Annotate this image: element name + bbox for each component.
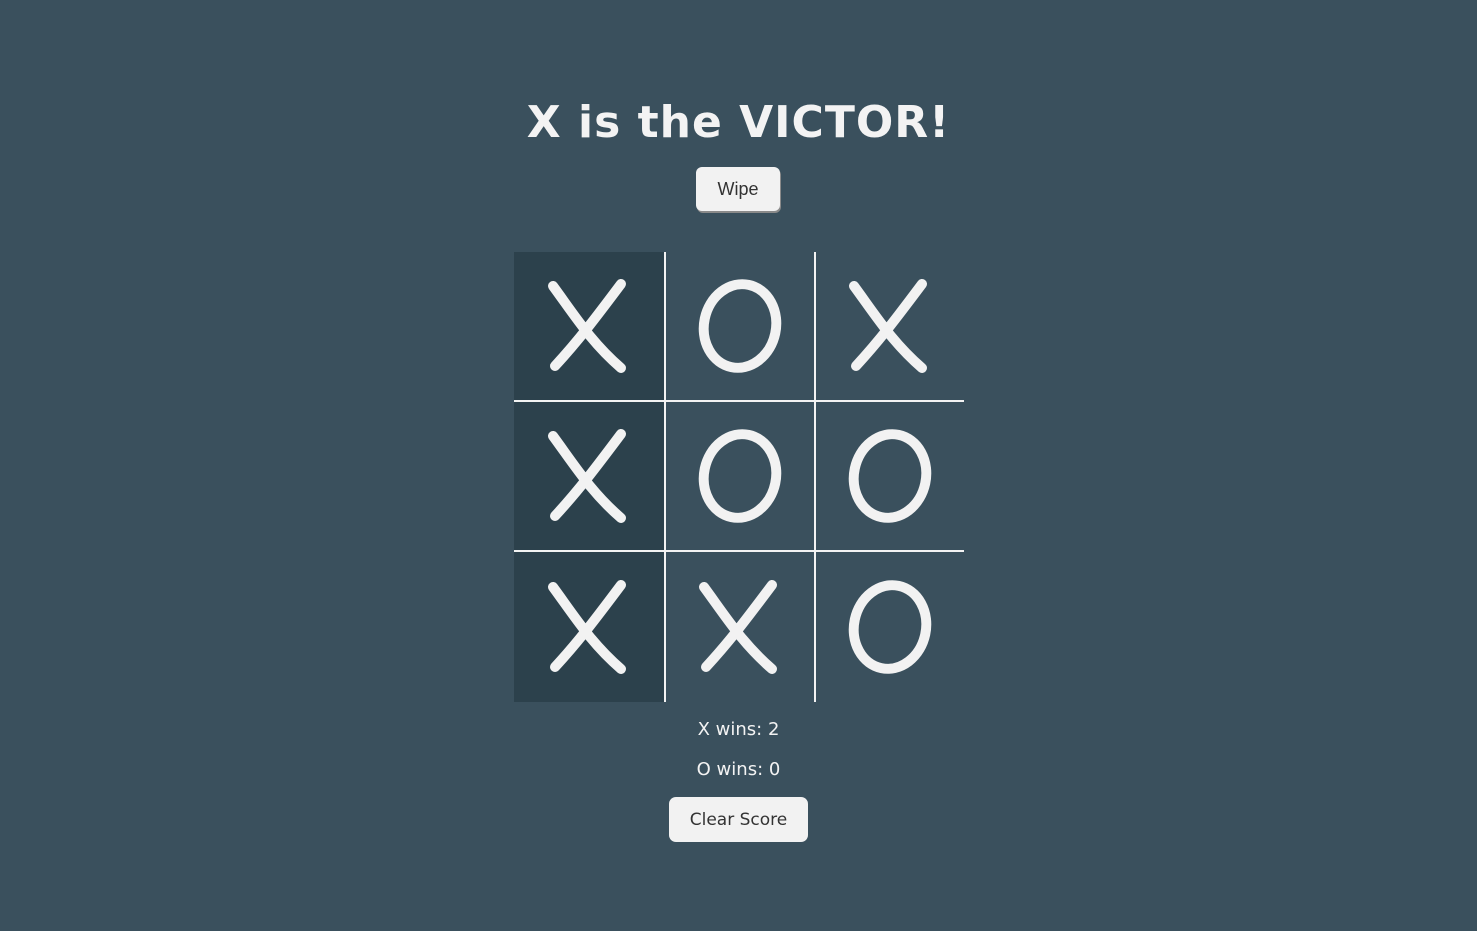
board-cell-1[interactable]	[664, 252, 814, 402]
o-mark-icon	[848, 580, 932, 674]
board-cell-4[interactable]	[664, 402, 814, 552]
board-cell-5[interactable]	[814, 402, 964, 552]
x-mark-icon	[548, 279, 626, 373]
board-cell-6[interactable]	[514, 552, 664, 702]
o-mark-icon	[848, 429, 932, 523]
game-board	[514, 252, 964, 702]
x-wins-score: X wins: 2	[697, 719, 780, 740]
o-wins-score: O wins: 0	[696, 759, 781, 780]
o-mark-icon	[698, 429, 782, 523]
wipe-button[interactable]: Wipe	[696, 167, 780, 211]
board-cell-2[interactable]	[814, 252, 964, 402]
board-cell-0[interactable]	[514, 252, 664, 402]
game-status-title: X is the VICTOR!	[526, 97, 951, 148]
x-mark-icon	[849, 279, 927, 373]
x-mark-icon	[548, 429, 626, 523]
x-mark-icon	[699, 580, 777, 674]
x-mark-icon	[548, 580, 626, 674]
board-cell-3[interactable]	[514, 402, 664, 552]
board-cell-8[interactable]	[814, 552, 964, 702]
clear-score-button[interactable]: Clear Score	[669, 797, 808, 842]
o-mark-icon	[698, 279, 782, 373]
board-cell-7[interactable]	[664, 552, 814, 702]
